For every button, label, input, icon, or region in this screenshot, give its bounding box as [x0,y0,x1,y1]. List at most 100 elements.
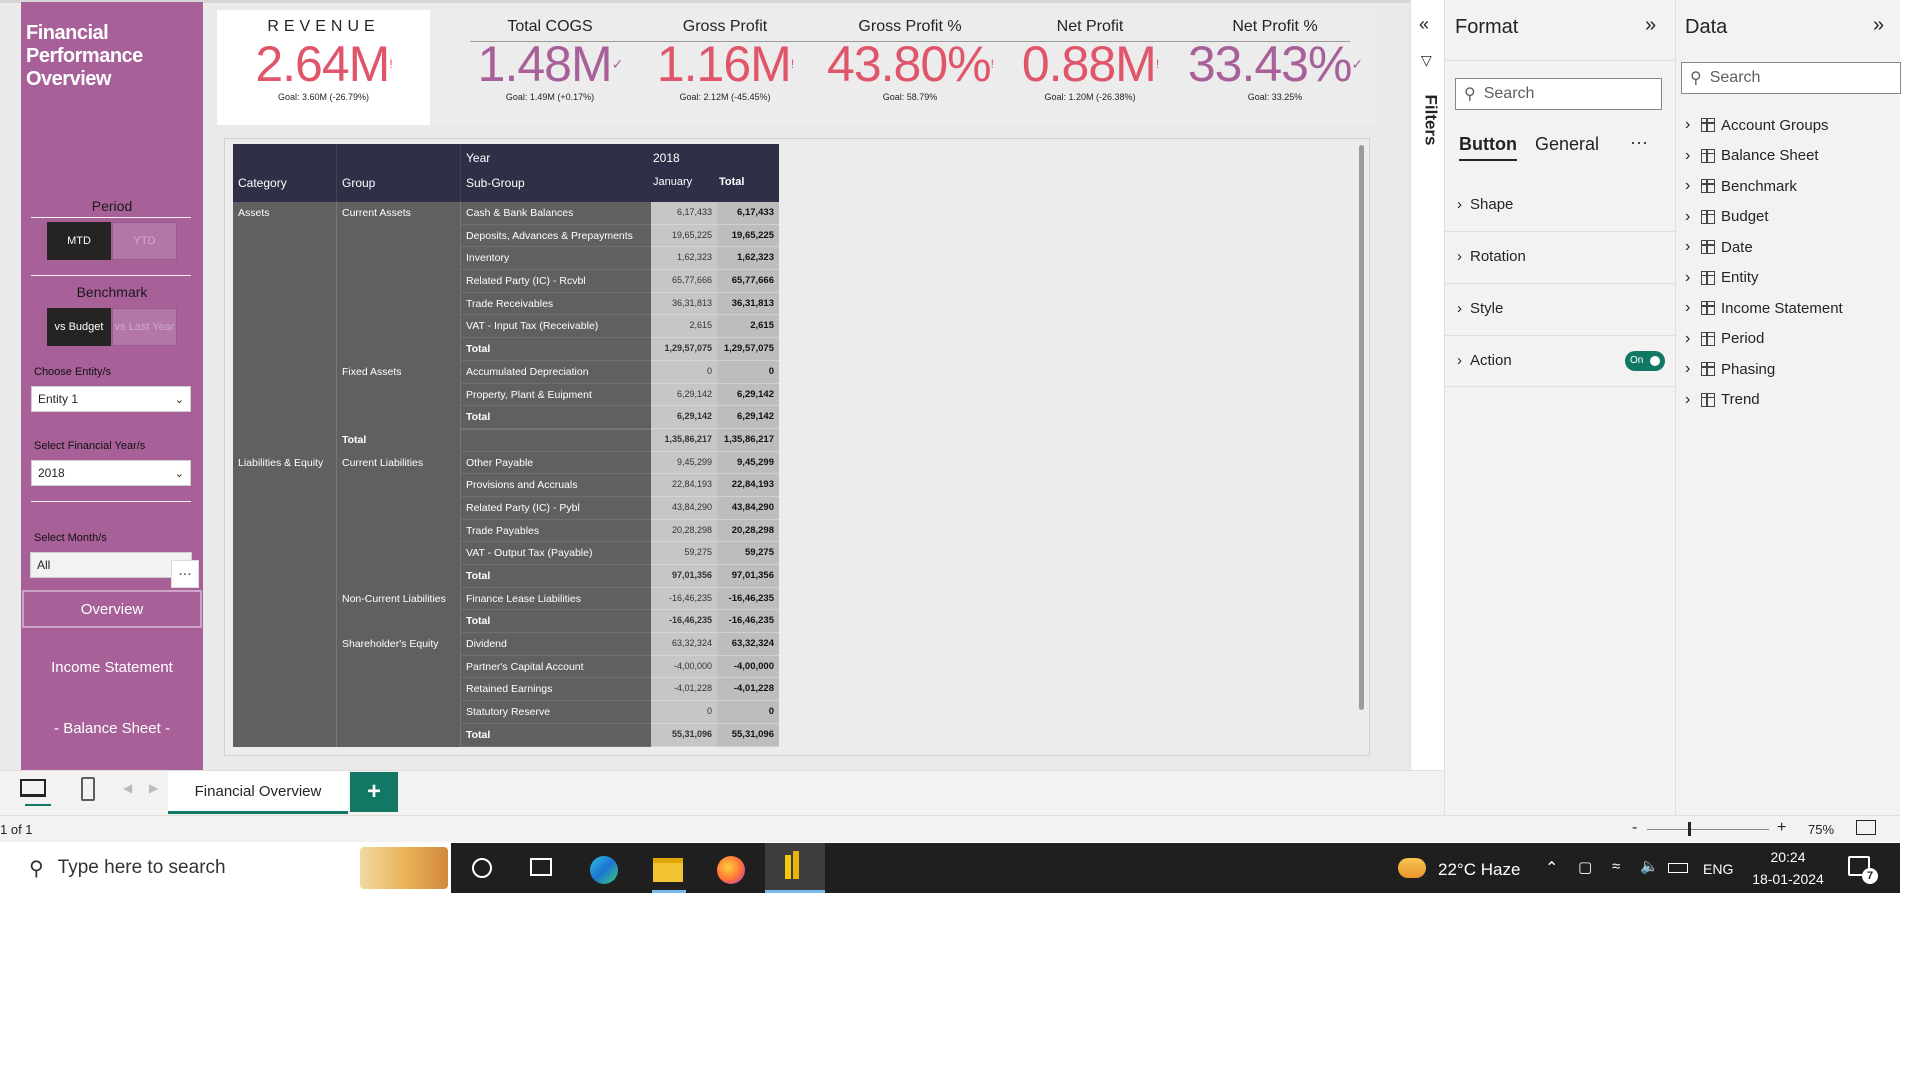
zoom-level[interactable]: 75% [1808,822,1834,837]
table-row[interactable]: Provisions and Accruals 22,84,193 22,84,19… [233,474,779,497]
table-row[interactable]: Related Party (IC) - Pybl 43,84,290 43,84,… [233,496,779,520]
chevron-left-icon[interactable]: ◀ [123,781,132,795]
data-table-item[interactable]: › Account Groups [1685,110,1843,141]
table-row[interactable]: Fixed Assets Accumulated Depreciation 0 0 [233,360,779,384]
header-subgroup[interactable]: Sub-Group [466,176,525,190]
cortana-icon[interactable] [472,858,492,878]
more-options-icon[interactable]: ··· [1630,132,1648,153]
nav-balance-sheet-button[interactable]: - Balance Sheet - [22,709,202,747]
table-row[interactable]: Assets Current Assets Cash & Bank Balances… [233,202,779,225]
benchmark-budget-button[interactable]: vs Budget [47,308,111,346]
table-row[interactable]: Retained Earnings -4,01,228 -4,01,228 [233,678,779,702]
table-row[interactable]: Total -16,46,235 -16,46,235 [233,610,779,634]
section-shape[interactable]: › Shape [1457,196,1513,213]
year-dropdown[interactable]: 2018 ⌄ [31,460,191,486]
format-search-input[interactable]: ⚲ Search [1455,78,1662,110]
volume-icon[interactable]: 🔈 [1640,857,1659,875]
matrix-scrollbar[interactable] [1359,145,1364,710]
clock-date[interactable]: 18-01-2024 [1748,871,1828,887]
table-row[interactable]: VAT - Input Tax (Receivable) 2,615 2,615 [233,315,779,339]
chevron-right-icon[interactable]: › [1685,147,1695,165]
data-table-item[interactable]: › Entity [1685,263,1843,294]
data-table-item[interactable]: › Phasing [1685,354,1843,385]
data-search-input[interactable]: ⚲ Search [1681,62,1901,94]
header-group[interactable]: Group [342,176,375,190]
task-view-icon[interactable] [530,858,552,876]
chevron-right-icon[interactable]: › [1685,116,1695,134]
entity-dropdown[interactable]: Entity 1 ⌄ [31,386,191,412]
period-mtd-button[interactable]: MTD [47,222,111,260]
wifi-icon[interactable]: ≈ [1612,858,1620,875]
chevron-right-icon[interactable]: › [1685,208,1695,226]
table-row[interactable]: Total 6,29,142 6,29,142 [233,406,779,429]
table-row[interactable]: Total 1,29,57,075 1,29,57,075 [233,338,779,361]
zoom-slider-track[interactable] [1647,829,1769,830]
data-table-item[interactable]: › Date [1685,232,1843,263]
data-table-item[interactable]: › Income Statement [1685,293,1843,324]
add-page-button[interactable]: + [350,772,398,812]
file-explorer-icon[interactable] [653,858,683,882]
chevron-right-icon[interactable]: › [1685,391,1695,409]
table-row[interactable]: Liabilities & Equity Current Liabilities O… [233,451,779,475]
data-table-item[interactable]: › Benchmark [1685,171,1843,202]
month-dropdown[interactable]: All [30,552,192,578]
table-row[interactable]: Trade Payables 20,28,298 20,28,298 [233,519,779,543]
table-row[interactable]: Inventory 1,62,323 1,62,323 [233,247,779,271]
data-table-item[interactable]: › Balance Sheet [1685,141,1843,172]
section-style[interactable]: › Style [1457,300,1503,317]
filters-label[interactable]: Filters [1421,94,1441,145]
table-row[interactable]: Total 1,35,86,217 1,35,86,217 [233,428,779,452]
tab-button[interactable]: Button [1459,134,1517,161]
table-row[interactable]: Statutory Reserve 0 0 [233,701,779,724]
zoom-slider-thumb[interactable] [1688,822,1691,836]
desktop-layout-icon[interactable] [20,779,46,797]
tab-general[interactable]: General [1535,134,1599,155]
chevron-right-icon[interactable]: ▶ [149,781,158,795]
chevron-right-icon[interactable]: › [1685,238,1695,256]
language-indicator[interactable]: ENG [1703,861,1733,877]
benchmark-lastyear-button[interactable]: vs Last Year [112,308,177,346]
action-toggle[interactable]: On [1625,351,1665,371]
section-rotation[interactable]: › Rotation [1457,248,1526,265]
table-row[interactable]: Shareholder's Equity Dividend 63,32,324 63,… [233,633,779,656]
table-row[interactable]: Total 97,01,356 97,01,356 [233,565,779,588]
fit-to-page-icon[interactable] [1856,820,1876,835]
mobile-layout-icon[interactable] [81,777,95,801]
data-table-item[interactable]: › Trend [1685,385,1843,416]
powerbi-taskbar-button[interactable] [765,843,825,893]
weather-icon[interactable] [1398,858,1426,878]
chevron-right-icon[interactable]: › [1685,269,1695,287]
chevron-right-icon[interactable]: › [1685,360,1695,378]
table-row[interactable]: Deposits, Advances & Prepayments 19,65,22… [233,224,779,248]
table-row[interactable]: Trade Receivables 36,31,813 36,31,813 [233,292,779,316]
clock-time[interactable]: 20:24 [1748,849,1828,865]
table-row[interactable]: Partner's Capital Account -4,00,000 -4,00,… [233,655,779,679]
filters-pane[interactable]: « ▽ Filters [1410,0,1444,770]
header-category[interactable]: Category [238,176,287,190]
table-row[interactable]: Property, Plant & Euipment 6,29,142 6,29,1… [233,383,779,407]
chevrons-right-icon[interactable]: » [1645,14,1656,37]
zoom-in-button[interactable]: + [1777,819,1786,837]
nav-income-statement-button[interactable]: Income Statement [22,648,202,686]
header-total[interactable]: Total [719,176,744,188]
table-row[interactable]: Non-Current Liabilities Finance Lease Lia… [233,587,779,611]
taskbar-search-box[interactable]: ⚲ Type here to search [15,843,451,893]
meet-now-icon[interactable]: ▢ [1578,858,1592,876]
period-ytd-button[interactable]: YTD [112,222,177,260]
show-hidden-icons[interactable]: ⌃ [1545,858,1558,878]
table-row[interactable]: Total 55,31,096 55,31,096 [233,723,779,747]
table-row[interactable]: Related Party (IC) - Rcvbl 65,77,666 65,77… [233,270,779,293]
table-row[interactable]: VAT - Output Tax (Payable) 59,275 59,275 [233,542,779,565]
chevron-right-icon[interactable]: › [1685,299,1695,317]
chevron-right-icon[interactable]: › [1685,177,1695,195]
header-month[interactable]: January [653,176,692,188]
more-options-button[interactable]: ... [171,560,199,588]
nav-overview-button[interactable]: Overview [22,590,202,628]
chevrons-left-icon[interactable]: « [1419,14,1429,35]
chevrons-right-icon[interactable]: » [1873,14,1884,37]
data-table-item[interactable]: › Period [1685,324,1843,355]
data-table-item[interactable]: › Budget [1685,202,1843,233]
zoom-out-button[interactable]: - [1632,819,1637,837]
page-tab-financial-overview[interactable]: Financial Overview [168,771,348,814]
weather-text[interactable]: 22°C Haze [1438,860,1520,880]
